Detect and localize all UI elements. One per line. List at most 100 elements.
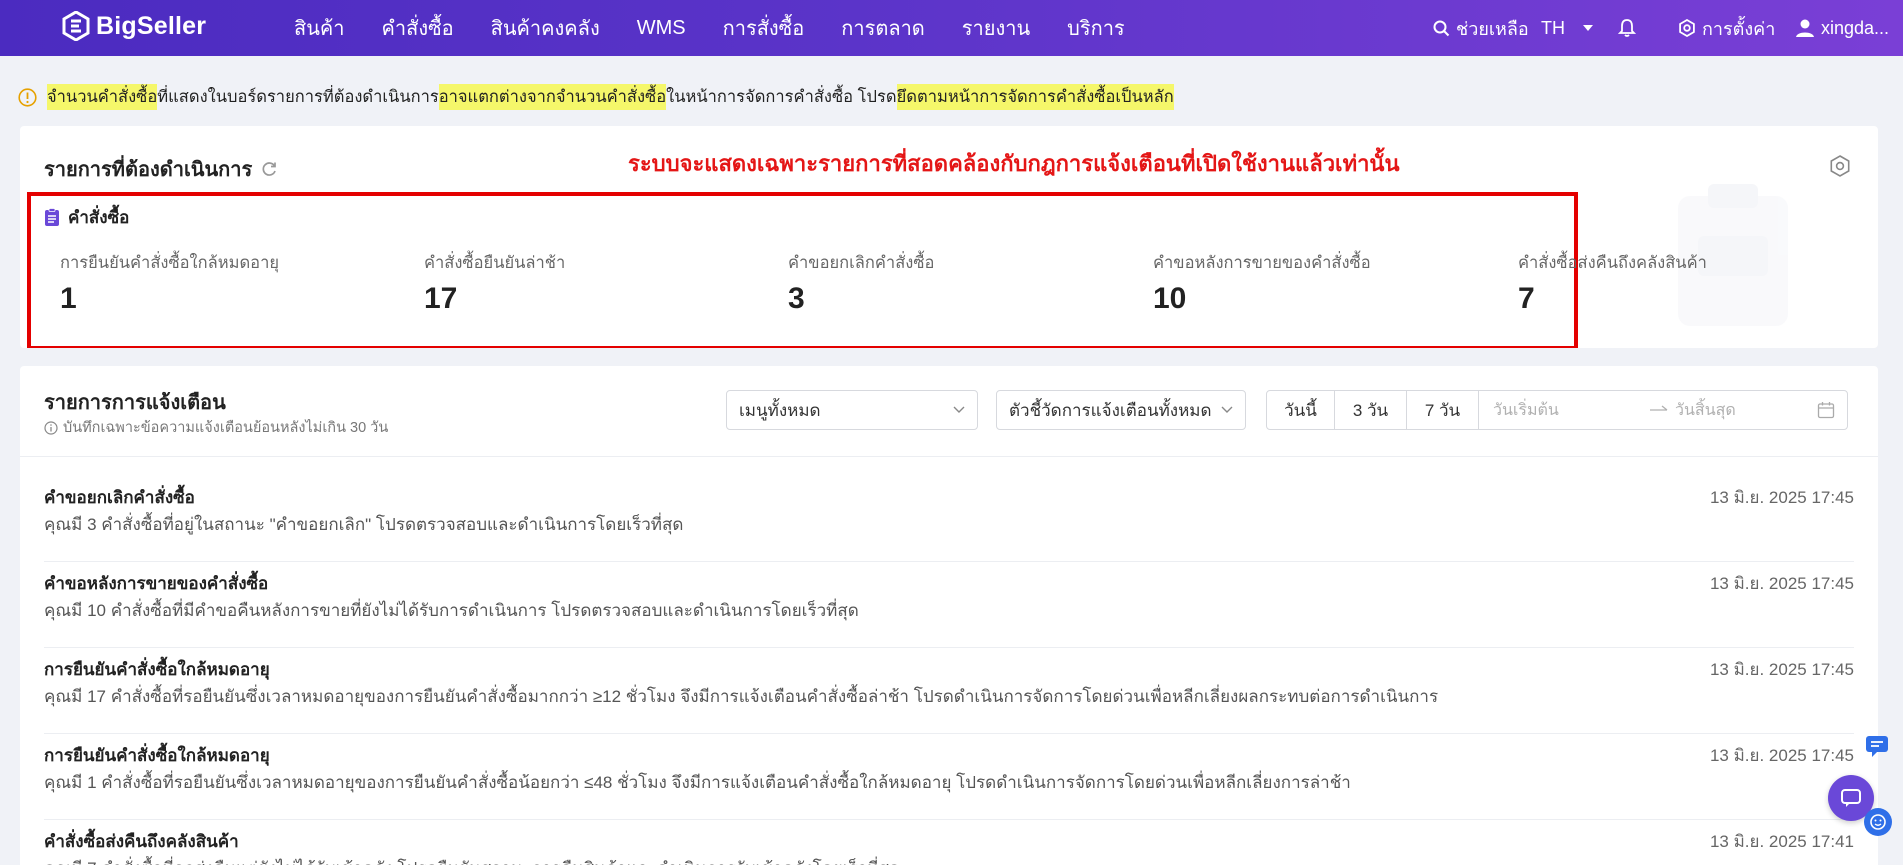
nav-item-orders[interactable]: คำสั่งซื้อ — [382, 12, 454, 44]
notification-title: การยืนยันคำสั่งซื้อใกล้หมดอายุ — [44, 660, 270, 679]
metric-filter-select[interactable]: ตัวชี้วัดการแจ้งเตือนทั้งหมด — [996, 390, 1246, 430]
notification-item[interactable]: คำขอยกเลิกคำสั่งซื้อ คุณมี 3 คำสั่งซื้อท… — [44, 476, 1854, 562]
notification-title: คำขอหลังการขายของคำสั่งซื้อ — [44, 574, 269, 593]
chevron-down-icon — [1221, 406, 1233, 413]
smile-bot-icon — [1870, 814, 1886, 830]
top-navigation-bar: BigSeller สินค้า คำสั่งซื้อ สินค้าคงคลัง… — [0, 0, 1903, 56]
nav-item-wms[interactable]: WMS — [637, 17, 686, 40]
settings-link[interactable]: การตั้งค่า — [1678, 14, 1775, 43]
metric-label: คำขอยกเลิกคำสั่งซื้อ — [788, 254, 935, 272]
notification-desc: คุณมี 10 คำสั่งซื้อที่มีคำขอคืนหลังการขา… — [44, 601, 859, 620]
user-icon — [1796, 19, 1814, 37]
nav-item-reports[interactable]: รายงาน — [962, 12, 1030, 44]
metric-label: คำขอหลังการขายของคำสั่งซื้อ — [1153, 254, 1371, 272]
notification-desc: คุณมี 1 คำสั่งซื้อที่รอยืนยันซึ่งเวลาหมด… — [44, 773, 1351, 792]
notification-time: 13 มิ.ย. 2025 17:45 — [1709, 660, 1854, 679]
notification-item[interactable]: คำสั่งซื้อส่งคืนถึงคลังสินค้า คุณมี 7 คำ… — [44, 820, 1854, 865]
red-annotation: ระบบจะแสดงเฉพาะรายการที่สอดคล้องกับกฎการ… — [628, 151, 1400, 176]
notification-item[interactable]: การยืนยันคำสั่งซื้อใกล้หมดอายุ คุณมี 17 … — [44, 648, 1854, 734]
notice-highlight-1: จำนวนคำสั่งซื้อ — [47, 84, 158, 110]
metric-value[interactable]: 10 — [1153, 282, 1371, 316]
nav-item-marketing[interactable]: การตลาด — [841, 12, 925, 44]
notification-desc: คุณมี 3 คำสั่งซื้อที่อยู่ในสถานะ "คำขอยก… — [44, 515, 684, 534]
date-today-button[interactable]: วันนี้ — [1267, 391, 1335, 429]
notification-desc: คุณมี 7 คำสั่งซื้อที่ถูกส่งคืนแต่ยังไม่ไ… — [44, 855, 900, 865]
metric-cancel-request[interactable]: คำขอยกเลิกคำสั่งซื้อ 3 — [788, 250, 934, 316]
notification-desc: คุณมี 17 คำสั่งซื้อที่รอยืนยันซึ่งเวลาหม… — [44, 687, 1439, 706]
language-label: TH — [1541, 17, 1565, 38]
help-label: ช่วยเหลือ — [1456, 18, 1529, 39]
arrow-right-icon — [1650, 405, 1668, 411]
todo-title-text: รายการที่ต้องดำเนินการ — [44, 159, 253, 181]
date-filter-group: วันนี้ 3 วัน 7 วัน วันเริ่มต้น วันสิ้นสุ… — [1266, 390, 1848, 430]
metric-late-confirmation[interactable]: คำสั่งซื้อยืนยันล่าช้า 17 — [424, 250, 565, 316]
notification-time: 13 มิ.ย. 2025 17:45 — [1709, 574, 1854, 593]
bell-icon — [1618, 19, 1636, 37]
date-end-input[interactable]: วันสิ้นสุด — [1675, 398, 1815, 423]
feedback-icon[interactable] — [1862, 730, 1892, 760]
main-nav: สินค้า คำสั่งซื้อ สินค้าคงคลัง WMS การสั… — [294, 0, 1162, 56]
metric-value[interactable]: 7 — [1518, 282, 1707, 316]
notification-title: การยืนยันคำสั่งซื้อใกล้หมดอายุ — [44, 746, 270, 765]
settings-label: การตั้งค่า — [1702, 18, 1776, 39]
notice-text-1: ที่แสดงในบอร์ดรายการที่ต้องดำเนินการ — [157, 88, 439, 106]
todo-settings-icon[interactable] — [1828, 154, 1852, 178]
order-count-notice: จำนวนคำสั่งซื้อ ที่แสดงในบอร์ดรายการที่ต… — [18, 84, 1174, 110]
date-3days-button[interactable]: 3 วัน — [1335, 391, 1407, 429]
language-selector[interactable]: TH — [1541, 18, 1593, 39]
metric-value[interactable]: 1 — [60, 282, 279, 316]
metric-returned-to-warehouse[interactable]: คำสั่งซื้อส่งคืนถึงคลังสินค้า 7 — [1518, 250, 1707, 316]
date-start-input[interactable]: วันเริ่มต้น — [1493, 398, 1643, 423]
orders-section-header: คำสั่งซื้อ — [44, 204, 129, 231]
bigseller-logo-icon — [62, 11, 90, 41]
brand-name: BigSeller — [96, 11, 207, 40]
nav-item-services[interactable]: บริการ — [1067, 12, 1125, 44]
notification-time: 13 มิ.ย. 2025 17:45 — [1709, 746, 1854, 765]
metric-filter-value: ตัวชี้วัดการแจ้งเตือนทั้งหมด — [1009, 400, 1212, 420]
calendar-icon — [1817, 402, 1835, 419]
notice-highlight-3: ยึดตามหน้าการจัดการคำสั่งซื้อเป็นหลัก — [896, 84, 1174, 110]
user-menu[interactable]: xingda... — [1795, 18, 1889, 39]
notifications-subtitle-text: บันทึกเฉพาะข้อความแจ้งเตือนย้อนหลังไม่เก… — [63, 420, 389, 436]
nav-item-inventory[interactable]: สินค้าคงคลัง — [491, 12, 600, 44]
metric-label: คำสั่งซื้อส่งคืนถึงคลังสินค้า — [1518, 254, 1707, 272]
nav-item-purchasing[interactable]: การสั่งซื้อ — [723, 12, 805, 44]
date-7days-button[interactable]: 7 วัน — [1407, 391, 1479, 429]
metric-after-sales-request[interactable]: คำขอหลังการขายของคำสั่งซื้อ 10 — [1153, 250, 1371, 316]
menu-filter-value: เมนูทั้งหมด — [739, 400, 821, 420]
user-name: xingda... — [1821, 17, 1890, 38]
bigseller-logo[interactable]: BigSeller — [62, 11, 206, 41]
menu-filter-select[interactable]: เมนูทั้งหมด — [726, 390, 978, 430]
metric-label: การยืนยันคำสั่งซื้อใกล้หมดอายุ — [60, 254, 280, 272]
notification-time: 13 มิ.ย. 2025 17:45 — [1709, 488, 1854, 507]
notifications-subtitle: บันทึกเฉพาะข้อความแจ้งเตือนย้อนหลังไม่เก… — [44, 416, 388, 439]
metric-value[interactable]: 17 — [424, 282, 565, 316]
date-range-picker[interactable]: วันเริ่มต้น วันสิ้นสุด — [1479, 391, 1847, 429]
metric-value[interactable]: 3 — [788, 282, 934, 316]
search-icon — [1433, 20, 1450, 36]
todo-card: รายการที่ต้องดำเนินการ ระบบจะแสดงเฉพาะรา… — [20, 126, 1878, 348]
notifications-title: รายการการแจ้งเตือน — [44, 392, 226, 414]
notifications-card: รายการการแจ้งเตือน บันทึกเฉพาะข้อความแจ้… — [20, 366, 1878, 865]
caret-down-icon — [1583, 25, 1593, 31]
metric-label: คำสั่งซื้อยืนยันล่าช้า — [424, 254, 566, 272]
notification-item[interactable]: คำขอหลังการขายของคำสั่งซื้อ คุณมี 10 คำส… — [44, 562, 1854, 648]
assistant-bot-button[interactable] — [1864, 808, 1892, 836]
notification-time: 13 มิ.ย. 2025 17:41 — [1709, 832, 1854, 851]
notifications-bell[interactable] — [1618, 18, 1636, 38]
nav-item-products[interactable]: สินค้า — [294, 12, 345, 44]
notifications-list: คำขอยกเลิกคำสั่งซื้อ คุณมี 3 คำสั่งซื้อท… — [44, 476, 1854, 865]
info-icon — [44, 420, 58, 435]
todo-title: รายการที่ต้องดำเนินการ — [44, 153, 278, 185]
help-link[interactable]: ช่วยเหลือ — [1433, 14, 1529, 43]
metric-expiring-confirmation[interactable]: การยืนยันคำสั่งซื้อใกล้หมดอายุ 1 — [60, 250, 279, 316]
refresh-icon[interactable] — [260, 160, 278, 178]
chevron-down-icon — [953, 406, 965, 413]
notification-item[interactable]: การยืนยันคำสั่งซื้อใกล้หมดอายุ คุณมี 1 ค… — [44, 734, 1854, 820]
divider — [20, 456, 1878, 457]
warning-icon — [18, 87, 37, 107]
gear-icon — [1679, 19, 1695, 37]
notification-title: คำสั่งซื้อส่งคืนถึงคลังสินค้า — [44, 832, 239, 851]
notice-text-2: ในหน้าการจัดการคำสั่งซื้อ โปรด — [666, 88, 897, 106]
notice-highlight-2: อาจแตกต่างจากจำนวนคำสั่งซื้อ — [438, 84, 667, 110]
